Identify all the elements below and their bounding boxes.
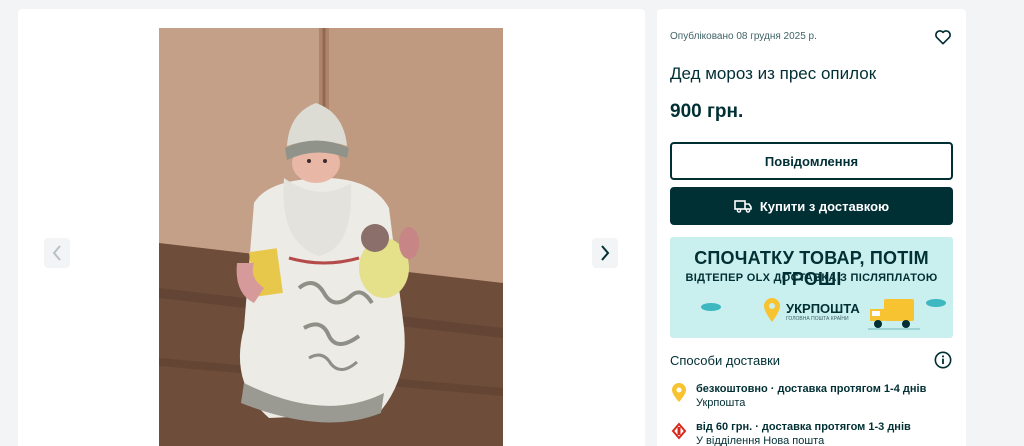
- nova-poshta-icon: [671, 422, 687, 440]
- ukrposhta-pin-icon: [672, 383, 686, 402]
- delivery-option-sub: Укрпошта: [696, 397, 746, 409]
- photo-gallery: [18, 9, 645, 446]
- buy-button-label: Купити з доставкою: [759, 198, 890, 214]
- ukrposhta-logo-icon: [764, 298, 780, 322]
- cloud-icon: [926, 299, 946, 307]
- published-date: Опубліковано 08 грудня 2025 р.: [670, 31, 817, 42]
- delivery-option-sub: У відділення Нова пошта: [696, 435, 825, 446]
- chevron-right-icon: [601, 245, 610, 261]
- ukrposhta-brand: УКРПОШТА: [786, 301, 860, 316]
- delivery-option-main: від 60 грн. · доставка протягом 1-3 днів: [696, 421, 911, 433]
- listing-photo[interactable]: [159, 28, 503, 446]
- delivery-methods-heading: Способи доставки: [670, 353, 781, 368]
- truck-icon: [734, 200, 752, 213]
- banner-subheadline: ВІДТЕПЕР OLX ДОСТАВКА З ПІСЛЯПЛАТОЮ: [685, 272, 938, 284]
- ad-title: Дед мороз из прес опилок: [670, 64, 877, 83]
- heart-icon[interactable]: [933, 27, 953, 47]
- ad-info-panel: Опубліковано 08 грудня 2025 р. Дед мороз…: [657, 9, 966, 446]
- message-button-label: Повідомлення: [764, 153, 859, 169]
- buy-with-delivery-button[interactable]: Купити з доставкою: [670, 187, 953, 225]
- info-icon[interactable]: [934, 351, 952, 369]
- olx-delivery-banner[interactable]: СПОЧАТКУ ТОВАР, ПОТІМ ГРОШІ ВІДТЕПЕР OLX…: [670, 237, 953, 338]
- cloud-icon: [701, 303, 721, 311]
- ukrposhta-tagline: ГОЛОВНА ПОШТА КРАЇНИ: [786, 316, 849, 322]
- chevron-left-icon: [52, 245, 61, 261]
- delivery-option-main: безкоштовно · доставка протягом 1-4 днів: [696, 383, 927, 395]
- message-button[interactable]: Повідомлення: [670, 142, 953, 180]
- gallery-next-button[interactable]: [592, 238, 618, 268]
- delivery-truck-icon: [868, 299, 920, 330]
- gallery-prev-button[interactable]: [44, 238, 70, 268]
- ad-price: 900 грн.: [670, 101, 744, 122]
